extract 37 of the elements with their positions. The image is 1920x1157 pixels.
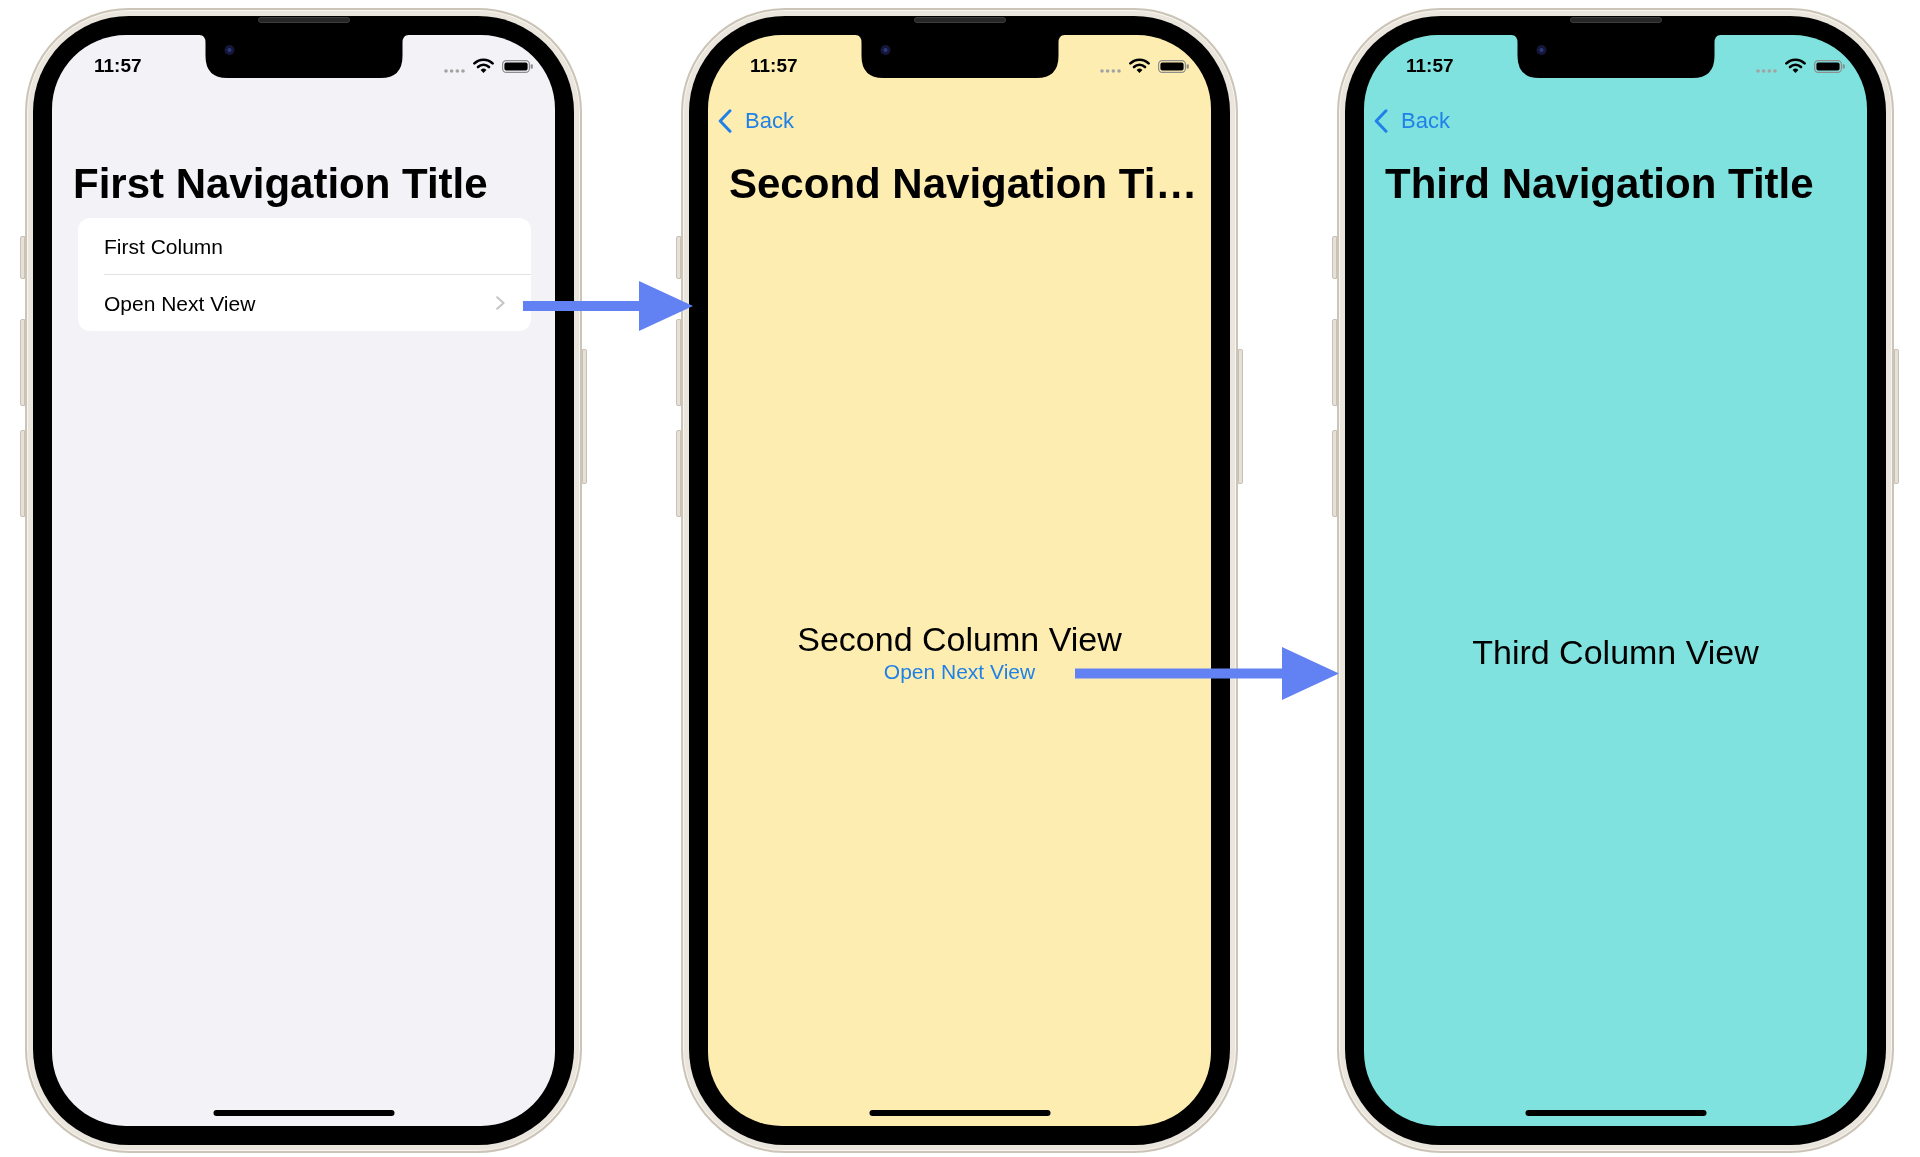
battery-icon — [502, 59, 533, 73]
chevron-right-icon — [496, 296, 505, 310]
side-button[interactable] — [676, 319, 681, 406]
side-button[interactable] — [20, 236, 25, 279]
side-button[interactable] — [1894, 349, 1899, 484]
wifi-icon — [473, 57, 494, 73]
back-button[interactable]: Back — [1374, 109, 1450, 133]
signal-icon — [1756, 68, 1777, 73]
side-button[interactable] — [1332, 319, 1337, 406]
chevron-left-icon — [1374, 109, 1388, 133]
view-label: Second Column View — [797, 618, 1122, 659]
navigation-title: First Navigation Title — [73, 163, 488, 205]
signal-icon — [444, 68, 465, 73]
navigation-row[interactable]: Open Next View — [78, 275, 531, 331]
side-button[interactable] — [1332, 236, 1337, 279]
text-link[interactable]: Open Next View — [883, 658, 1036, 685]
back-button[interactable]: Back — [718, 109, 794, 133]
navigation-title: Second Navigation Ti… — [729, 163, 1198, 205]
side-button[interactable] — [1238, 349, 1243, 484]
status-time: 11:57 — [750, 55, 798, 75]
wifi-icon — [1129, 57, 1150, 73]
view-label: Third Column View — [1472, 631, 1759, 672]
status-time: 11:57 — [1406, 55, 1454, 75]
side-button[interactable] — [20, 319, 25, 406]
chevron-left-icon — [718, 109, 732, 133]
side-button[interactable] — [676, 430, 681, 517]
side-button[interactable] — [676, 236, 681, 279]
signal-icon — [1100, 68, 1121, 73]
battery-icon — [1158, 59, 1189, 73]
side-button[interactable] — [1332, 430, 1337, 517]
row-label: First Column — [104, 235, 224, 257]
status-time: 11:57 — [94, 55, 142, 75]
wifi-icon — [1785, 57, 1806, 73]
side-button[interactable] — [20, 430, 25, 517]
navigation-title: Third Navigation Title — [1385, 163, 1814, 205]
battery-icon — [1814, 59, 1845, 73]
side-button[interactable] — [582, 349, 587, 484]
